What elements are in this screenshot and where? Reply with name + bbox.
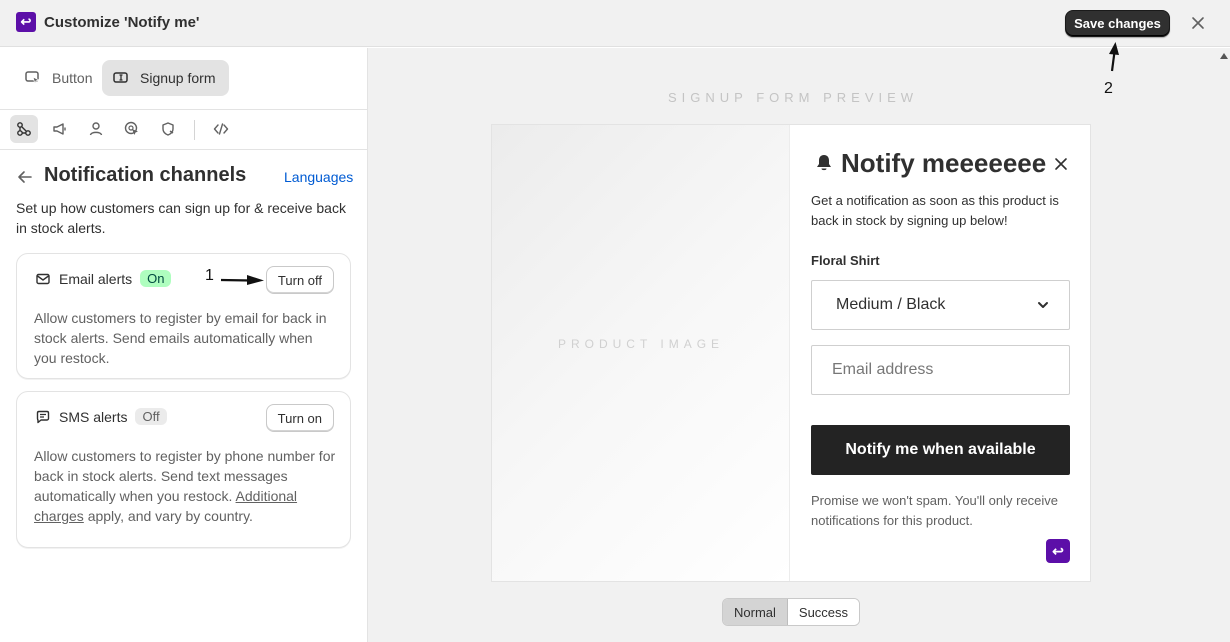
signup-form-preview: PRODUCT IMAGE Notify meeeeeee Get a noti… (491, 124, 1091, 582)
spam-note: Promise we won't spam. You'll only recei… (811, 493, 1059, 528)
sms-desc-text-end: apply, and vary by country. (83, 508, 253, 524)
variant-select[interactable]: Medium / Black (811, 280, 1070, 330)
annotation-number-2: 2 (1104, 80, 1113, 97)
close-icon (1192, 17, 1204, 29)
cursor-button-icon (25, 71, 41, 86)
settings-sidebar: Button Signup form Notification channels… (0, 48, 368, 642)
tab-button-label: Button (52, 70, 93, 86)
annotation-arrow-up-icon (1109, 42, 1119, 72)
preview-area: SIGNUP FORM PREVIEW PRODUCT IMAGE Notify… (368, 48, 1218, 642)
product-image-label: PRODUCT IMAGE (557, 337, 725, 351)
email-alerts-card: Email alerts On Turn off Allow customers… (16, 253, 351, 379)
email-alerts-description: Allow customers to register by email for… (34, 310, 327, 366)
code-icon (213, 123, 229, 135)
annotation-number-1: 1 (205, 267, 214, 284)
envelope-icon (36, 273, 50, 284)
section-toolbar (0, 110, 367, 150)
tab-signup-form-label: Signup form (140, 70, 216, 86)
preview-label: SIGNUP FORM PREVIEW (668, 90, 919, 105)
chevron-down-icon (1038, 302, 1048, 308)
form-title: Notify meeeeeee (841, 148, 1047, 178)
scroll-up-arrow-icon[interactable] (1220, 53, 1228, 59)
product-name: Floral Shirt (811, 253, 880, 268)
tool-customer[interactable] (82, 115, 110, 143)
person-icon (89, 122, 103, 136)
close-icon[interactable] (1054, 157, 1068, 171)
status-badge-on: On (140, 270, 172, 287)
preview-state-toggle: Normal Success (722, 598, 861, 626)
form-description: Get a notification as soon as this produ… (811, 193, 1059, 228)
annotation-arrow-right-icon (220, 275, 264, 285)
modal-header: ↩ Customize 'Notify me' Save changes (0, 0, 1230, 47)
state-success-button[interactable]: Success (787, 599, 860, 625)
product-image-placeholder: PRODUCT IMAGE (492, 125, 790, 581)
back-arrow-icon[interactable] (16, 168, 34, 186)
shield-icon (162, 122, 174, 136)
tab-button[interactable]: Button (14, 60, 106, 96)
chat-bubble-icon (36, 410, 50, 423)
turn-on-sms-button[interactable]: Turn on (265, 404, 334, 432)
sms-alerts-description: Allow customers to register by phone num… (34, 446, 339, 526)
turn-off-email-button[interactable]: Turn off (265, 266, 334, 294)
tool-code[interactable] (207, 115, 235, 143)
megaphone-icon (53, 123, 66, 135)
tool-channels[interactable] (10, 115, 38, 143)
notify-me-button[interactable]: Notify me when available (811, 425, 1070, 475)
editor-tabs: Button Signup form (0, 48, 367, 110)
sms-alerts-title: SMS alerts (59, 408, 128, 425)
tool-targeting[interactable] (118, 115, 146, 143)
state-normal-button[interactable]: Normal (723, 599, 788, 625)
target-cursor-icon (124, 121, 138, 135)
section-title: Notification channels (44, 164, 247, 186)
bell-icon (817, 155, 831, 171)
app-logo-icon: ↩ (16, 12, 36, 32)
email-alerts-title: Email alerts (59, 270, 133, 287)
status-badge-off: Off (135, 408, 167, 425)
form-cursor-icon (113, 72, 128, 83)
section-description: Set up how customers can sign up for & r… (16, 200, 346, 236)
tab-signup-form[interactable]: Signup form (102, 60, 230, 96)
tool-protection[interactable] (154, 115, 182, 143)
tool-marketing[interactable] (46, 115, 74, 143)
save-changes-button[interactable]: Save changes (1065, 10, 1170, 37)
page-title: Customize 'Notify me' (44, 14, 200, 31)
languages-link[interactable]: Languages (284, 169, 353, 185)
channels-icon (17, 122, 31, 136)
sms-alerts-card: SMS alerts Off Turn on Allow customers t… (16, 391, 351, 548)
sms-alerts-header: SMS alerts Off (35, 408, 167, 425)
toolbar-divider (194, 120, 195, 140)
close-button[interactable] (1187, 12, 1209, 34)
email-field[interactable] (811, 345, 1070, 395)
variant-selected-value: Medium / Black (836, 296, 946, 313)
scrollbar[interactable] (1218, 48, 1230, 642)
brand-logo-icon[interactable]: ↩ (1046, 539, 1070, 563)
email-alerts-header: Email alerts On (35, 270, 172, 287)
